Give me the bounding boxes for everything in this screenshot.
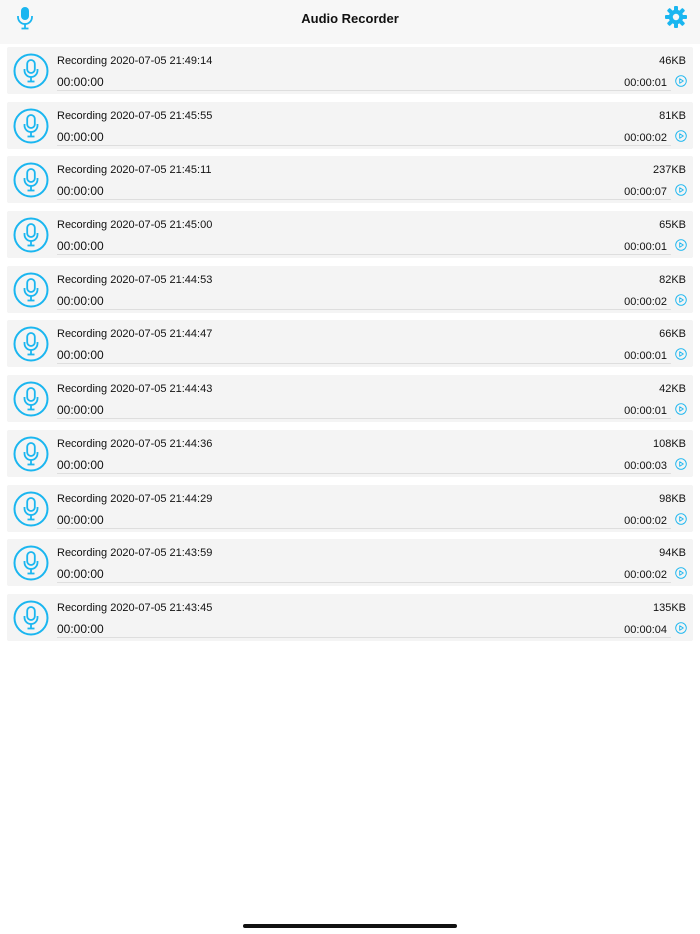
microphone-circle-icon (13, 491, 49, 526)
recording-row[interactable]: Recording 2020-07-05 21:44:47 66KB 00:00… (7, 320, 693, 368)
recording-row[interactable]: Recording 2020-07-05 21:44:29 98KB 00:00… (7, 484, 693, 532)
play-icon[interactable] (675, 239, 687, 251)
home-indicator (243, 924, 457, 928)
play-icon[interactable] (675, 567, 687, 579)
play-icon[interactable] (675, 403, 687, 415)
recording-name: Recording 2020-07-05 21:43:45 (57, 601, 213, 614)
recording-elapsed-time: 00:00:00 (57, 75, 104, 89)
recording-elapsed-time: 00:00:00 (57, 129, 104, 144)
navigation-bar: Audio Recorder (0, 0, 700, 44)
recording-size: 65KB (659, 219, 686, 232)
recording-duration: 00:00:07 (624, 186, 667, 199)
play-icon[interactable] (675, 622, 687, 634)
page-title: Audio Recorder (301, 11, 399, 26)
recording-row[interactable]: Recording 2020-07-05 21:49:14 46KB 00:00… (7, 47, 693, 94)
recording-row[interactable]: Recording 2020-07-05 21:43:45 135KB 00:0… (7, 593, 693, 641)
microphone-circle-icon (13, 381, 49, 417)
recording-name: Recording 2020-07-05 21:44:47 (57, 328, 213, 341)
recording-name: Recording 2020-07-05 21:44:43 (57, 383, 213, 396)
recording-name: Recording 2020-07-05 21:49:14 (57, 55, 213, 67)
playback-progress-track[interactable] (57, 144, 671, 146)
recording-size: 237KB (652, 164, 686, 177)
play-icon[interactable] (675, 348, 687, 361)
playback-progress-track[interactable] (57, 308, 671, 310)
recording-elapsed-time: 00:00:00 (57, 403, 104, 418)
recording-name: Recording 2020-07-05 21:45:00 (57, 219, 213, 232)
play-icon[interactable] (675, 75, 687, 87)
play-icon[interactable] (675, 458, 687, 470)
microphone-circle-icon (13, 108, 49, 144)
recording-duration: 00:00:04 (624, 623, 667, 636)
recording-name: Recording 2020-07-05 21:43:59 (57, 547, 213, 560)
audio-recorder-app: Audio Recorder Recording 2020-07-05 21:4… (0, 0, 700, 934)
settings-button[interactable] (664, 5, 688, 29)
recording-duration: 00:00:02 (624, 514, 667, 527)
recording-row[interactable]: Recording 2020-07-05 21:44:53 82KB 00:00… (7, 265, 693, 313)
recording-row[interactable]: Recording 2020-07-05 21:45:11 237KB 00:0… (7, 156, 693, 204)
recording-size: 81KB (659, 109, 686, 122)
recording-duration: 00:00:02 (624, 131, 667, 144)
recording-row[interactable]: Recording 2020-07-05 21:45:00 65KB 00:00… (7, 211, 693, 259)
recording-elapsed-time: 00:00:00 (57, 567, 104, 582)
microphone-circle-icon (13, 545, 49, 581)
microphone-circle-icon (13, 436, 49, 472)
recording-size: 135KB (652, 601, 686, 614)
play-icon[interactable] (675, 129, 687, 142)
playback-progress-track[interactable] (57, 418, 671, 420)
recording-elapsed-time: 00:00:00 (57, 293, 104, 308)
recording-duration: 00:00:01 (624, 77, 667, 89)
recording-size: 82KB (659, 273, 686, 286)
recording-elapsed-time: 00:00:00 (57, 512, 104, 527)
recording-duration: 00:00:01 (624, 241, 667, 254)
recording-name: Recording 2020-07-05 21:45:55 (57, 109, 213, 122)
recording-duration: 00:00:03 (624, 459, 667, 472)
recording-elapsed-time: 00:00:00 (57, 457, 104, 472)
playback-progress-track[interactable] (57, 90, 671, 91)
playback-progress-track[interactable] (57, 582, 671, 584)
recording-row[interactable]: Recording 2020-07-05 21:43:59 94KB 00:00… (7, 539, 693, 587)
microphone-circle-icon (13, 53, 49, 89)
recording-row[interactable]: Recording 2020-07-05 21:44:36 108KB 00:0… (7, 429, 693, 477)
recording-duration: 00:00:02 (624, 295, 667, 308)
recording-elapsed-time: 00:00:00 (57, 621, 104, 636)
recording-elapsed-time: 00:00:00 (57, 184, 104, 199)
playback-progress-track[interactable] (57, 527, 671, 529)
microphone-circle-icon (13, 326, 49, 362)
recording-duration: 00:00:02 (624, 569, 667, 582)
play-icon[interactable] (675, 184, 687, 197)
play-icon[interactable] (675, 512, 687, 525)
recording-duration: 00:00:01 (624, 405, 667, 418)
recording-name: Recording 2020-07-05 21:44:53 (57, 273, 213, 286)
recording-name: Recording 2020-07-05 21:44:36 (57, 437, 213, 450)
recording-name: Recording 2020-07-05 21:44:29 (57, 492, 213, 505)
recording-row[interactable]: Recording 2020-07-05 21:45:55 81KB 00:00… (7, 101, 693, 149)
microphone-circle-icon (13, 600, 49, 636)
recordings-list: Recording 2020-07-05 21:49:14 46KB 00:00… (7, 47, 693, 649)
recording-size: 42KB (659, 383, 686, 396)
recording-size: 108KB (652, 437, 686, 450)
recording-size: 94KB (659, 547, 686, 560)
playback-progress-track[interactable] (57, 254, 671, 256)
recording-name: Recording 2020-07-05 21:45:11 (57, 164, 212, 177)
microphone-circle-icon (13, 217, 49, 253)
recording-size: 46KB (659, 55, 686, 67)
recording-row[interactable]: Recording 2020-07-05 21:44:43 42KB 00:00… (7, 375, 693, 423)
recording-size: 98KB (659, 492, 686, 505)
playback-progress-track[interactable] (57, 363, 671, 365)
microphone-circle-icon (13, 272, 49, 308)
playback-progress-track[interactable] (57, 636, 671, 638)
microphone-circle-icon (13, 162, 49, 198)
playback-progress-track[interactable] (57, 199, 671, 201)
recording-duration: 00:00:01 (624, 350, 667, 363)
playback-progress-track[interactable] (57, 472, 671, 474)
gear-icon (665, 6, 687, 28)
play-icon[interactable] (675, 293, 687, 306)
recording-size: 66KB (659, 328, 686, 341)
recording-elapsed-time: 00:00:00 (57, 348, 104, 363)
recording-elapsed-time: 00:00:00 (57, 239, 104, 254)
